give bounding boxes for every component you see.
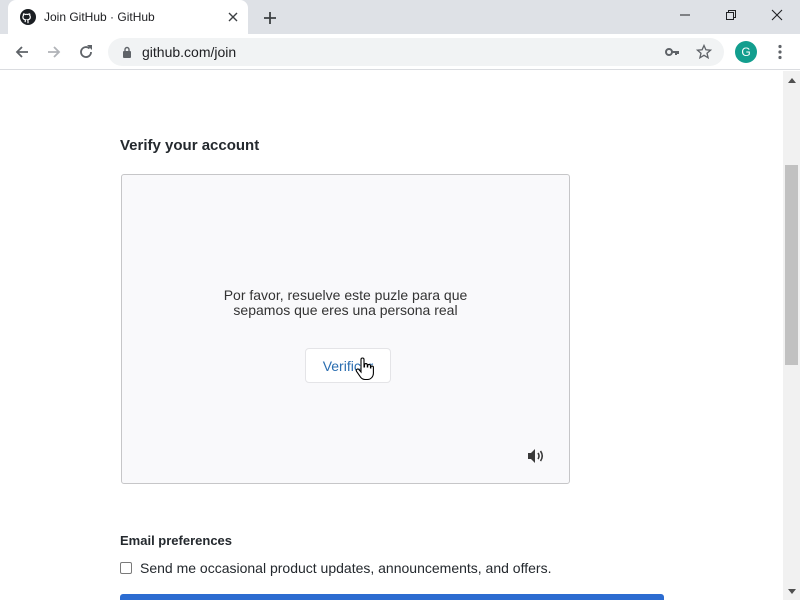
- tab-strip: Join GitHub · GitHub: [0, 0, 800, 34]
- scroll-up-arrow-icon[interactable]: [783, 71, 800, 88]
- tab-title: Join GitHub · GitHub: [44, 10, 155, 24]
- minimize-button[interactable]: [662, 0, 708, 30]
- scroll-thumb[interactable]: [785, 165, 798, 365]
- address-bar[interactable]: github.com/join: [108, 38, 724, 66]
- email-preferences-heading: Email preferences: [120, 533, 233, 548]
- close-icon: [771, 9, 783, 21]
- reload-button[interactable]: [72, 38, 100, 66]
- browser-toolbar: github.com/join G: [0, 34, 800, 70]
- kebab-menu-icon[interactable]: [768, 38, 792, 66]
- create-account-button[interactable]: [120, 594, 664, 600]
- section-title: Verify your account: [120, 137, 260, 154]
- forward-button[interactable]: [40, 38, 68, 66]
- arrow-right-icon: [48, 46, 61, 58]
- page-scrollbar[interactable]: [783, 71, 800, 600]
- new-tab-button[interactable]: [258, 6, 282, 30]
- email-optin-checkbox[interactable]: [120, 562, 132, 574]
- browser-tab[interactable]: Join GitHub · GitHub: [8, 0, 248, 34]
- captcha-message-line1: Por favor, resuelve este puzle para que: [223, 287, 468, 303]
- lock-icon[interactable]: [120, 45, 134, 59]
- restore-button[interactable]: [708, 0, 754, 30]
- verify-button[interactable]: Verificar: [305, 348, 391, 383]
- scroll-down-arrow-icon[interactable]: [783, 583, 800, 600]
- close-window-button[interactable]: [754, 0, 800, 30]
- plus-icon: [264, 12, 276, 24]
- captcha-message: Por favor, resuelve este puzle para que …: [122, 288, 569, 318]
- avatar[interactable]: G: [735, 41, 757, 63]
- minimize-icon: [680, 14, 690, 16]
- key-icon[interactable]: [660, 40, 684, 64]
- speaker-icon[interactable]: [526, 445, 548, 467]
- email-optin-row: Send me occasional product updates, anno…: [120, 560, 551, 576]
- restore-icon: [726, 10, 736, 20]
- page-content: Verify your account Por favor, resuelve …: [0, 71, 783, 600]
- email-optin-label[interactable]: Send me occasional product updates, anno…: [140, 560, 551, 576]
- reload-icon: [80, 45, 92, 58]
- github-logo-icon: [20, 9, 36, 25]
- arrow-left-icon: [15, 46, 28, 58]
- url-text[interactable]: github.com/join: [142, 44, 660, 60]
- captcha-frame: Por favor, resuelve este puzle para que …: [121, 174, 570, 484]
- close-icon[interactable]: [224, 8, 242, 26]
- back-button[interactable]: [8, 38, 36, 66]
- star-icon[interactable]: [692, 40, 716, 64]
- captcha-message-line2: sepamos que eres una persona real: [233, 302, 458, 318]
